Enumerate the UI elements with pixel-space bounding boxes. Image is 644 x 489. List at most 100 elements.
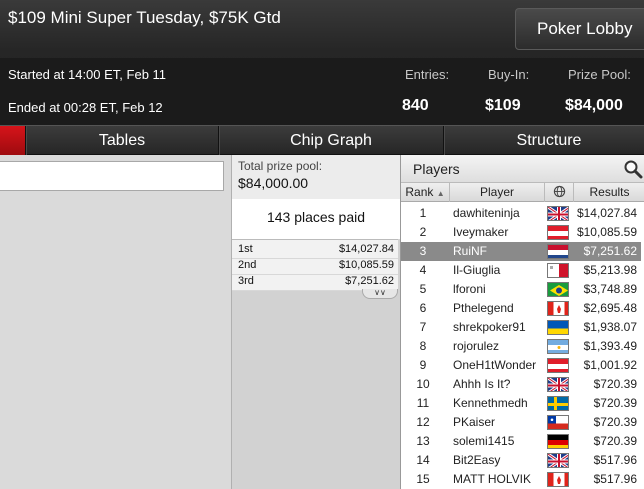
entries-label: Entries:	[405, 67, 450, 82]
prizepool-value: $84,000	[565, 97, 623, 114]
player-result: $2,695.48	[583, 301, 637, 315]
end-time: Ended at 00:28 ET, Feb 12	[8, 100, 163, 115]
player-row[interactable]: 4 Il-Giuglia $5,213.98	[401, 261, 641, 280]
player-row[interactable]: 2 Iveymaker $10,085.59	[401, 223, 641, 242]
prizepool-label: Prize Pool:	[568, 67, 631, 82]
canada-flag-icon	[547, 472, 569, 487]
player-row[interactable]: 11 Kennethmedh $720.39	[401, 394, 641, 413]
buyin-value: $109	[485, 97, 521, 114]
player-name: rojorulez	[453, 339, 500, 353]
player-rank: 8	[419, 339, 427, 353]
austria-flag-icon	[547, 225, 569, 240]
player-rank: 11	[416, 396, 430, 410]
rank-column-header[interactable]: Rank ▲	[401, 183, 450, 202]
player-row[interactable]: 6 Pthelegend $2,695.48	[401, 299, 641, 318]
player-column-header[interactable]: Player	[450, 183, 545, 202]
payout-place: 3rd	[238, 275, 254, 287]
tab-structure[interactable]: Structure	[443, 126, 644, 155]
player-result: $517.96	[593, 453, 637, 467]
player-row[interactable]: 10 Ahhh Is It? $720.39	[401, 375, 641, 394]
tournament-info-bar: Started at 14:00 ET, Feb 11 Ended at 00:…	[0, 58, 644, 125]
player-name: PKaiser	[453, 415, 496, 429]
tournament-title: $109 Mini Super Tuesday, $75K Gtd	[8, 8, 281, 27]
player-row[interactable]: 15 MATT HOLVIK $517.96	[401, 470, 641, 489]
players-column-headers: Rank ▲ Player Results	[401, 182, 644, 202]
player-rank: 2	[419, 225, 427, 239]
netherlands-flag-icon	[547, 244, 569, 259]
player-name: shrekpoker91	[453, 320, 526, 334]
player-row[interactable]: 13 solemi1415 $720.39	[401, 432, 641, 451]
player-rank: 6	[419, 301, 427, 315]
payout-list[interactable]: 1st $14,027.84 2nd $10,085.59 3rd $7,251…	[232, 239, 398, 291]
start-time: Started at 14:00 ET, Feb 11	[8, 67, 167, 82]
buyin-label: Buy-In:	[488, 67, 530, 82]
payout-place: 2nd	[238, 259, 257, 271]
player-name: Bit2Easy	[453, 453, 501, 467]
player-rank: 4	[419, 263, 427, 277]
player-name: lforoni	[453, 282, 486, 296]
player-result: $3,748.89	[583, 282, 637, 296]
player-result: $7,251.62	[583, 244, 637, 258]
ukraine-flag-icon	[547, 320, 569, 335]
players-title: Players	[413, 161, 460, 177]
player-result: $720.39	[593, 434, 637, 448]
player-name: Il-Giuglia	[453, 263, 501, 277]
player-result: $720.39	[593, 415, 637, 429]
prize-panel: Total prize pool: $84,000.00 143 places …	[231, 155, 400, 489]
malta-flag-icon	[547, 263, 569, 278]
player-row[interactable]: 7 shrekpoker91 $1,938.07	[401, 318, 641, 337]
payout-row: 1st $14,027.84	[232, 242, 398, 259]
tab-info-active[interactable]	[0, 126, 25, 155]
tab-tables[interactable]: Tables	[25, 126, 218, 155]
players-header: Players	[401, 155, 644, 182]
search-input[interactable]	[0, 161, 224, 191]
player-name: Kennethmedh	[453, 396, 528, 410]
player-rank: 13	[416, 434, 430, 448]
player-result: $1,393.49	[583, 339, 637, 353]
results-column-header[interactable]: Results	[574, 183, 644, 202]
payout-row: 2nd $10,085.59	[232, 258, 398, 275]
chevron-double-down-icon[interactable]: ∨∨	[362, 289, 398, 299]
player-row[interactable]: 9 OneH1tWonder $1,001.92	[401, 356, 641, 375]
player-result: $1,001.92	[583, 358, 637, 372]
player-row[interactable]: 8 rojorulez $1,393.49	[401, 337, 641, 356]
player-rank: 10	[416, 377, 430, 391]
player-result: $720.39	[593, 377, 637, 391]
tab-chip-graph[interactable]: Chip Graph	[218, 126, 443, 155]
sort-arrow-icon: ▲	[436, 189, 445, 198]
total-prize-label: Total prize pool:	[238, 159, 323, 173]
poker-lobby-button[interactable]: Poker Lobby	[515, 8, 644, 50]
uk-flag-icon	[547, 453, 569, 468]
player-result: $14,027.84	[576, 206, 637, 220]
player-name: MATT HOLVIK	[453, 472, 532, 486]
player-row[interactable]: 14 Bit2Easy $517.96	[401, 451, 641, 470]
search-icon[interactable]	[623, 159, 643, 179]
player-result: $720.39	[593, 396, 637, 410]
player-result: $1,938.07	[583, 320, 637, 334]
player-name: dawhiteninja	[453, 206, 520, 220]
player-rank: 15	[416, 472, 430, 486]
germany-flag-icon	[547, 434, 569, 449]
player-row[interactable]: 1 dawhiteninja $14,027.84	[401, 204, 641, 223]
player-name: solemi1415	[453, 434, 515, 448]
player-result: $10,085.59	[576, 225, 637, 239]
left-panel	[0, 155, 231, 489]
payout-place: 1st	[238, 243, 253, 255]
players-panel: Players Rank ▲ Player Results 1 dawhiteni…	[400, 155, 644, 489]
uk-flag-icon	[547, 206, 569, 221]
player-row[interactable]: 5 lforoni $3,748.89	[401, 280, 641, 299]
globe-column-header[interactable]	[545, 183, 574, 202]
globe-icon	[553, 185, 565, 198]
player-result: $517.96	[593, 472, 637, 486]
player-row[interactable]: 3 RuiNF $7,251.62	[401, 242, 641, 261]
header: $109 Mini Super Tuesday, $75K Gtd Poker …	[0, 0, 644, 125]
player-name: Iveymaker	[453, 225, 509, 239]
player-name: OneH1tWonder	[453, 358, 537, 372]
player-rank: 9	[419, 358, 427, 372]
argentina-flag-icon	[547, 339, 569, 354]
brazil-flag-icon	[547, 282, 569, 297]
payout-amount: $10,085.59	[338, 259, 394, 271]
player-row[interactable]: 12 PKaiser $720.39	[401, 413, 641, 432]
uk-flag-icon	[547, 377, 569, 392]
payout-amount: $14,027.84	[338, 243, 394, 255]
